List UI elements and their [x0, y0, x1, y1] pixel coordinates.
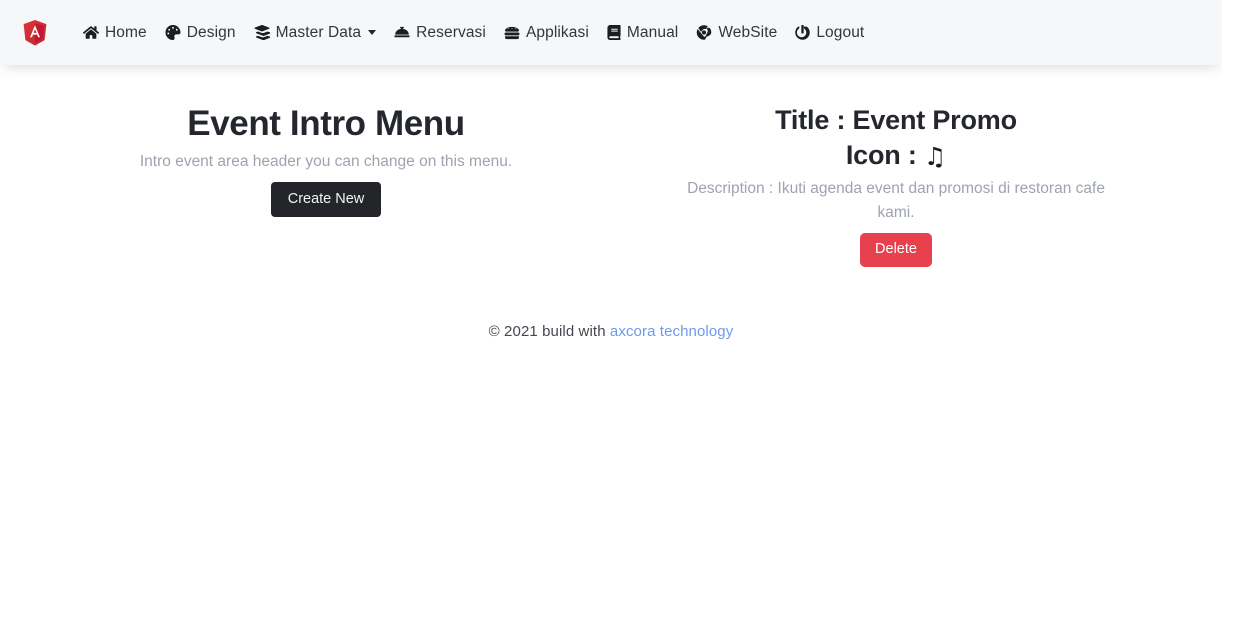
nav-item-website[interactable]: WebSite — [687, 22, 786, 44]
nav-item-manual[interactable]: Manual — [598, 22, 687, 44]
power-off-icon — [795, 25, 811, 40]
intro-menu-column: Event Intro Menu Intro event area header… — [41, 103, 611, 267]
nav-list: Home Design Master Data Reservasi Applik… — [74, 22, 873, 44]
chrome-icon — [696, 25, 712, 40]
nav-item-label: Home — [105, 23, 147, 41]
nav-item-design[interactable]: Design — [156, 22, 245, 44]
intro-subtext: Intro event area header you can change o… — [139, 152, 513, 170]
promo-icon-label: Icon : — [845, 139, 924, 170]
angular-logo-icon — [22, 19, 48, 47]
layer-stack-icon — [254, 25, 270, 40]
page-content: Event Intro Menu Intro event area header… — [0, 65, 1222, 340]
nav-item-applikasi[interactable]: Applikasi — [495, 22, 598, 44]
chevron-down-icon[interactable] — [368, 30, 377, 35]
nav-item-master-data[interactable]: Master Data — [245, 22, 386, 44]
promo-description: Description : Ikuti agenda event dan pro… — [687, 180, 1105, 222]
nav-item-label: Master Data — [275, 23, 362, 41]
promo-title: Title : Event Promo — [775, 105, 1017, 135]
nav-item-label: Manual — [626, 23, 679, 41]
event-promo-column: Title : Event Promo Icon : ♫ Description… — [611, 103, 1181, 267]
music-note-icon: ♫ — [923, 141, 947, 171]
brand-logo-link[interactable] — [18, 15, 52, 51]
concierge-bell-icon — [394, 25, 410, 40]
vertical-scrollbar[interactable] — [1222, 0, 1234, 627]
home-icon — [83, 25, 99, 40]
palette-icon — [165, 25, 181, 40]
page-footer: © 2021 build with axcora technology — [41, 323, 1181, 340]
axcora-technology-link[interactable]: axcora technology — [610, 323, 733, 340]
hamburger-food-icon — [504, 25, 520, 40]
top-navbar: Home Design Master Data Reservasi Applik… — [0, 0, 1222, 65]
copyright-text: © 2021 build with — [488, 322, 610, 340]
nav-item-logout[interactable]: Logout — [786, 22, 873, 44]
nav-item-label: Applikasi — [525, 23, 589, 41]
page-title: Event Intro Menu — [187, 104, 465, 143]
nav-item-home[interactable]: Home — [74, 22, 156, 44]
content-container: Event Intro Menu Intro event area header… — [41, 65, 1181, 340]
nav-item-reservasi[interactable]: Reservasi — [385, 22, 495, 44]
create-new-button[interactable]: Create New — [270, 181, 382, 218]
nav-item-label: Logout — [816, 23, 865, 41]
nav-item-label: WebSite — [718, 23, 778, 41]
nav-item-label: Reservasi — [416, 23, 486, 41]
promo-icon-row: Icon : ♫ — [626, 138, 1166, 173]
book-icon — [607, 25, 621, 40]
nav-item-label: Design — [186, 23, 236, 41]
delete-button[interactable]: Delete — [860, 233, 932, 267]
content-row: Event Intro Menu Intro event area header… — [41, 103, 1181, 267]
